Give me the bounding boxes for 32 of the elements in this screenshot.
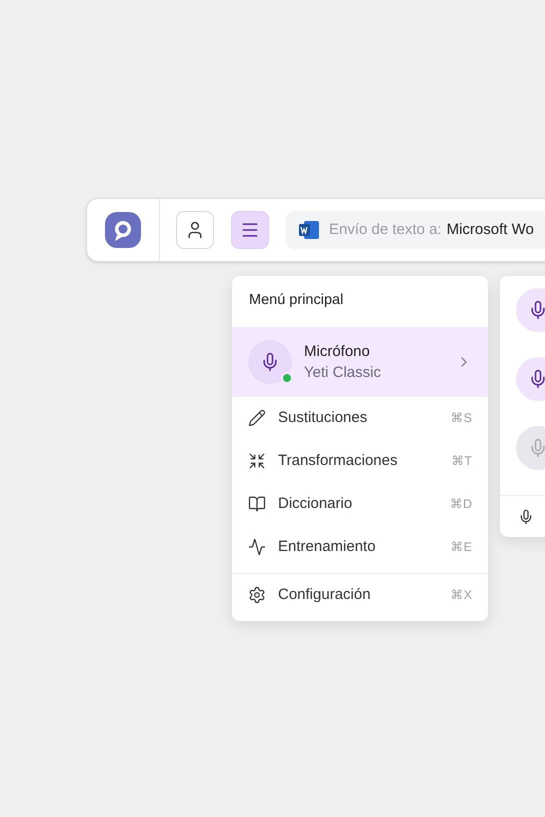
menu-item-label: Configuración xyxy=(278,585,372,605)
menu-item-label: Transformaciones xyxy=(278,451,398,471)
menu-item[interactable]: Diccionario ⌘D xyxy=(232,482,488,526)
microphone-device: Yeti Classic xyxy=(304,362,382,383)
microphone-item[interactable]: Micrófono Yeti Classic xyxy=(232,326,488,397)
send-target-label: Envío de texto a: xyxy=(329,220,442,240)
arrows-inward-icon xyxy=(248,452,266,470)
word-document-icon xyxy=(298,220,320,240)
settings-icon xyxy=(248,586,266,604)
menu-item-label: Sustituciones xyxy=(278,408,368,428)
book-icon xyxy=(248,495,266,514)
menu-title: Menú principal xyxy=(248,291,344,310)
pulse-icon xyxy=(248,538,266,556)
microphone-label: Micrófono xyxy=(304,342,371,362)
send-target-field[interactable]: Envío de texto a: Microsoft Wo xyxy=(286,211,545,249)
menu-item-label: Diccionario xyxy=(278,494,354,514)
shortcut-label: ⌘T xyxy=(451,452,472,470)
pencil-icon xyxy=(248,409,266,428)
shortcut-label: ⌘E xyxy=(450,538,472,556)
shortcut-label: ⌘D xyxy=(450,496,472,513)
menu-item[interactable]: Entrenamiento ⌘E xyxy=(232,526,488,569)
menu-item[interactable]: Configuración ⌘X xyxy=(232,574,488,617)
menu-item-label: Entrenamiento xyxy=(278,537,377,557)
profile-button[interactable] xyxy=(176,211,214,249)
menu-item[interactable]: Sustituciones ⌘S xyxy=(232,396,488,440)
menu-item[interactable]: Transformaciones ⌘T xyxy=(232,440,488,483)
menu-button[interactable] xyxy=(231,211,269,249)
shortcut-label: ⌘S xyxy=(450,410,472,427)
shortcut-label: ⌘X xyxy=(450,586,472,604)
microphone-icon xyxy=(518,508,534,524)
app-logo-icon[interactable] xyxy=(104,211,142,249)
send-target-app: Microsoft Wo xyxy=(446,220,534,240)
